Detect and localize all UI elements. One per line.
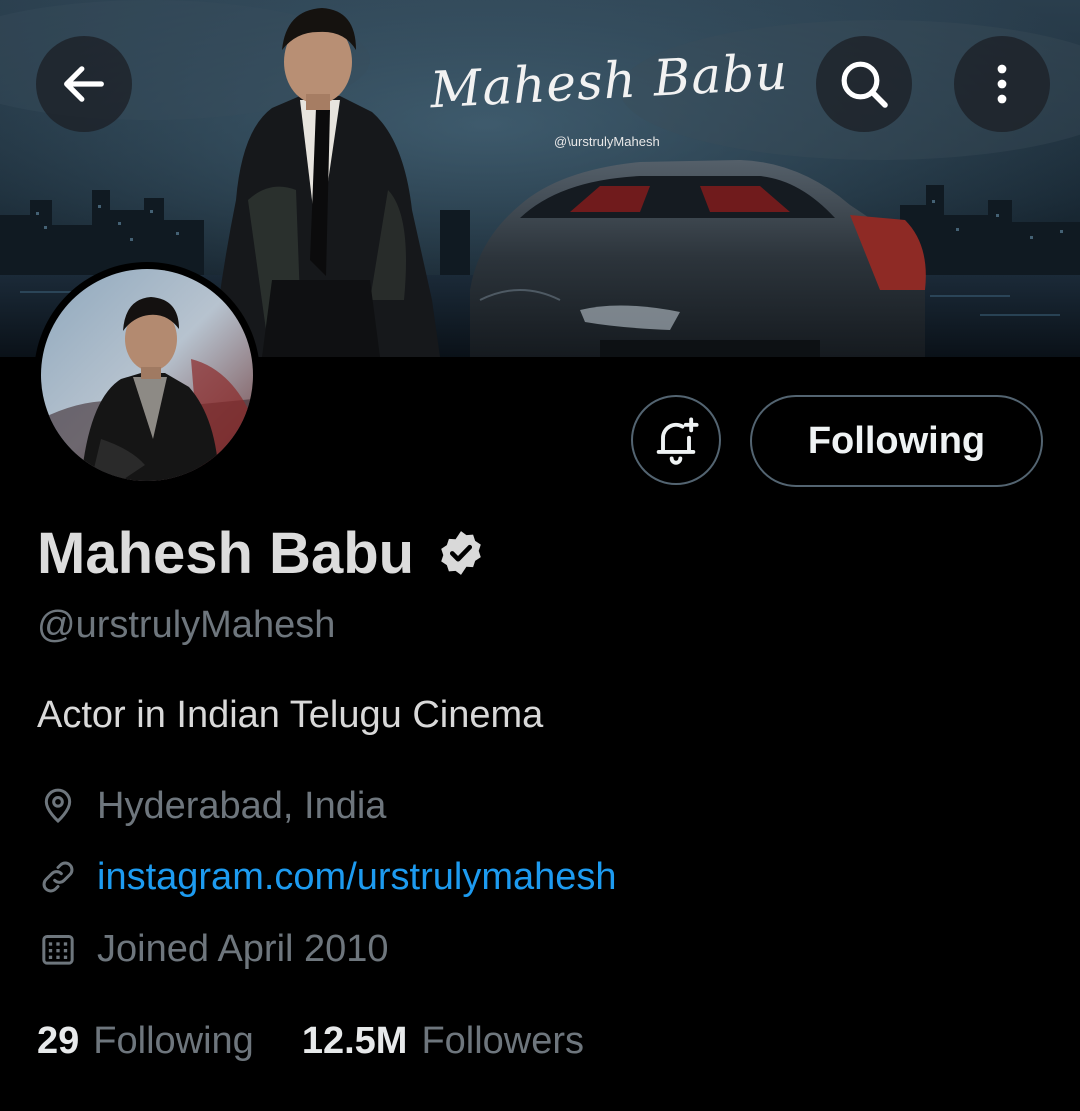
followers-stat-link[interactable]: 12.5M Followers	[302, 1020, 584, 1063]
profile-location: Hyderabad, India	[97, 784, 387, 827]
verified-badge-icon	[436, 528, 486, 578]
followers-count: 12.5M	[301, 1020, 408, 1062]
profile-bio: Actor in Indian Telugu Cinema	[37, 694, 544, 736]
location-pin-icon	[37, 785, 79, 827]
display-name: Mahesh Babu	[37, 520, 415, 586]
following-label: Following	[93, 1020, 254, 1062]
calendar-icon	[37, 928, 79, 970]
search-button[interactable]	[816, 36, 912, 132]
notifications-button[interactable]	[631, 395, 721, 485]
bell-plus-icon	[656, 417, 699, 465]
profile-website-link[interactable]: instagram.com/urstrulymahesh	[97, 856, 617, 899]
profile-avatar[interactable]	[34, 262, 260, 488]
following-button[interactable]: Following	[750, 395, 1043, 487]
followers-label: Followers	[421, 1020, 585, 1062]
more-options-button[interactable]	[954, 36, 1050, 132]
following-stat-link[interactable]: 29 Following	[37, 1020, 254, 1063]
website-row: instagram.com/urstrulymahesh	[37, 853, 617, 901]
display-name-row: Mahesh Babu	[37, 518, 486, 588]
banner-social-handle: @\urstrulyMahesh	[554, 134, 660, 149]
more-vertical-icon	[997, 64, 1007, 104]
search-icon	[841, 61, 888, 108]
location-row: Hyderabad, India	[37, 782, 386, 830]
link-icon	[37, 856, 79, 898]
arrow-left-icon	[64, 66, 104, 102]
profile-joined-date: Joined April 2010	[97, 927, 389, 970]
following-count: 29	[37, 1020, 80, 1062]
profile-handle: @urstrulyMahesh	[37, 604, 336, 646]
back-button[interactable]	[36, 36, 132, 132]
avatar-image	[41, 269, 253, 481]
joined-row: Joined April 2010	[37, 925, 389, 973]
follow-stats: 29 Following 12.5M Followers	[37, 1020, 584, 1063]
